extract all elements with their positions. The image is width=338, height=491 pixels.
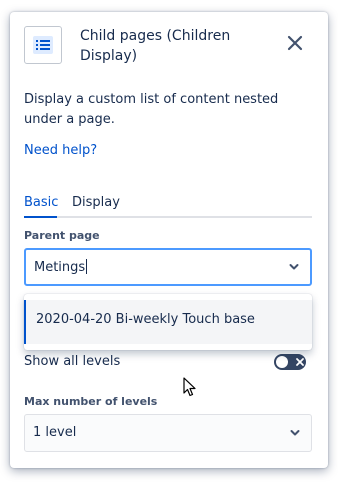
max-levels-label: Max number of levels [24,395,158,408]
parent-page-dropdown-menu: 2020-04-20 Bi-weekly Touch base [24,294,312,350]
show-all-levels-toggle[interactable] [274,354,306,370]
panel-title: Child pages (Children Display) [80,28,231,64]
mouse-pointer-icon [183,377,196,397]
tab-basic[interactable]: Basic [24,194,58,212]
parent-page-label: Parent page [24,229,100,242]
toggle-knob [276,356,288,368]
macro-config-panel: Child pages (Children Display) Display a… [10,12,328,468]
parent-page-value[interactable]: Metings [34,259,88,275]
list-icon [24,26,62,64]
close-icon[interactable] [284,32,306,54]
max-levels-value: 1 level [33,425,77,440]
chevron-down-icon[interactable] [290,429,300,437]
text-caret [86,259,88,274]
macro-description: Display a custom list of content nested … [24,92,279,127]
list-icon-glyph [33,36,53,54]
active-tab-indicator [24,216,57,218]
close-button[interactable] [284,32,306,54]
dropdown-option[interactable]: 2020-04-20 Bi-weekly Touch base [24,300,312,344]
need-help-link[interactable]: Need help? [24,143,97,158]
show-all-levels-label: Show all levels [24,354,121,369]
max-levels-select[interactable]: 1 level [24,414,312,452]
tab-bar: Basic Display [24,192,312,218]
chevron-down-icon[interactable] [289,263,299,271]
parent-page-select[interactable]: Metings [24,248,312,286]
dropdown-option-label: 2020-04-20 Bi-weekly Touch base [36,312,255,327]
tab-display[interactable]: Display [72,194,120,212]
toggle-off-icon [296,358,304,366]
parent-page-text: Metings [34,260,86,275]
